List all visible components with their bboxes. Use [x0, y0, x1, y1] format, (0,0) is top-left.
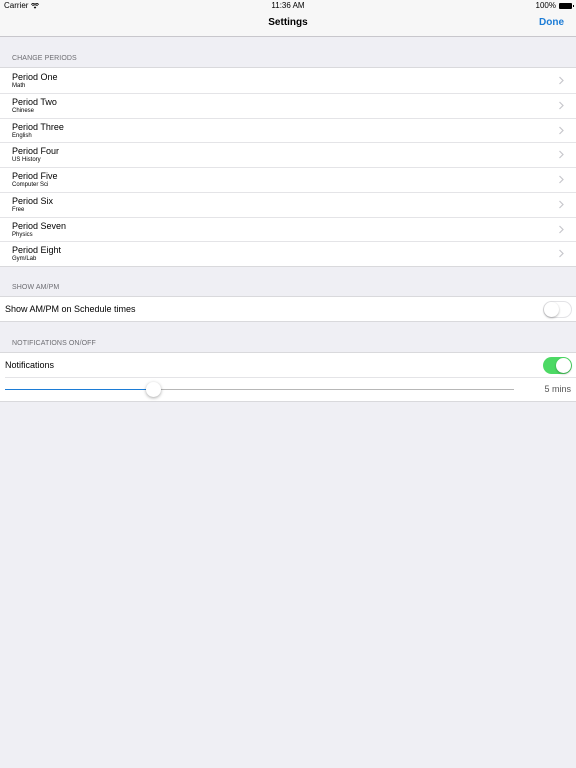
period-row-six[interactable]: Period Six Free — [0, 191, 576, 217]
chevron-right-icon — [559, 200, 564, 209]
settings-screen: Carrier 11:36 AM 100% Settings Done CHAN… — [0, 0, 576, 768]
period-subject: Physics — [12, 231, 33, 238]
chevron-right-icon — [559, 150, 564, 159]
ampm-label: Show AM/PM on Schedule times — [5, 304, 136, 314]
period-title: Period Two — [12, 96, 57, 107]
done-button[interactable]: Done — [539, 17, 564, 28]
chevron-right-icon — [559, 175, 564, 184]
reminder-slider[interactable] — [5, 382, 514, 397]
period-title: Period Six — [12, 195, 54, 206]
battery-icon — [559, 3, 574, 9]
slider-thumb[interactable] — [145, 382, 161, 397]
slider-value-label: 5 mins — [544, 384, 571, 394]
notifications-toggle[interactable] — [543, 357, 572, 374]
period-title: Period Five — [12, 171, 58, 181]
period-subject: Chinese — [12, 107, 35, 114]
section-header-ampm: SHOW AM/PM — [12, 284, 60, 291]
navigation-bar: Settings Done — [0, 12, 576, 37]
battery-percent: 100% — [535, 1, 556, 10]
period-title: Period Four — [12, 146, 60, 157]
chevron-right-icon — [559, 126, 564, 134]
period-subject: Free — [12, 206, 25, 213]
period-subject: Computer Sci — [12, 182, 49, 188]
chevron-right-icon — [559, 101, 564, 110]
period-row-four[interactable]: Period Four US History — [0, 142, 576, 167]
slider-fill — [5, 389, 153, 390]
toggle-knob — [556, 358, 571, 373]
status-right: 100% — [535, 0, 574, 12]
period-row-eight[interactable]: Period Eight Gym/Lab — [0, 241, 576, 266]
section-header-notifications: NOTIFICATIONS ON/OFF — [12, 340, 96, 347]
period-subject: English — [12, 132, 32, 139]
period-row-three[interactable]: Period Three English — [0, 117, 576, 143]
period-row-seven[interactable]: Period Seven Physics — [0, 216, 576, 242]
page-title: Settings — [268, 17, 308, 28]
period-title: Period Eight — [12, 245, 62, 256]
reminder-slider-row: 5 mins — [0, 377, 576, 401]
ampm-row: Show AM/PM on Schedule times — [0, 297, 576, 321]
chevron-right-icon — [559, 249, 564, 258]
period-row-one[interactable]: Period One Math — [0, 68, 576, 93]
period-subject: Gym/Lab — [12, 256, 37, 263]
chevron-right-icon — [559, 76, 564, 85]
period-row-two[interactable]: Period Two Chinese — [0, 92, 576, 118]
chevron-right-icon — [559, 225, 564, 233]
toggle-knob — [544, 302, 559, 317]
period-title: Period Three — [12, 121, 64, 132]
ampm-group: Show AM/PM on Schedule times — [0, 296, 576, 322]
period-subject: US History — [12, 157, 41, 164]
periods-list: Period One Math Period Two Chinese Perio… — [0, 67, 576, 267]
notifications-row: Notifications — [0, 353, 576, 377]
notifications-label: Notifications — [5, 360, 55, 370]
period-title: Period One — [12, 72, 58, 82]
period-subject: Math — [12, 83, 26, 89]
notifications-group: Notifications 5 mins — [0, 352, 576, 402]
section-header-periods: CHANGE PERIODS — [12, 55, 77, 62]
ampm-toggle[interactable] — [543, 301, 572, 318]
period-row-five[interactable]: Period Five Computer Sci — [0, 167, 576, 192]
status-time: 11:36 AM — [271, 1, 305, 10]
status-bar: Carrier 11:36 AM 100% — [0, 0, 576, 12]
period-title: Period Seven — [12, 220, 67, 231]
